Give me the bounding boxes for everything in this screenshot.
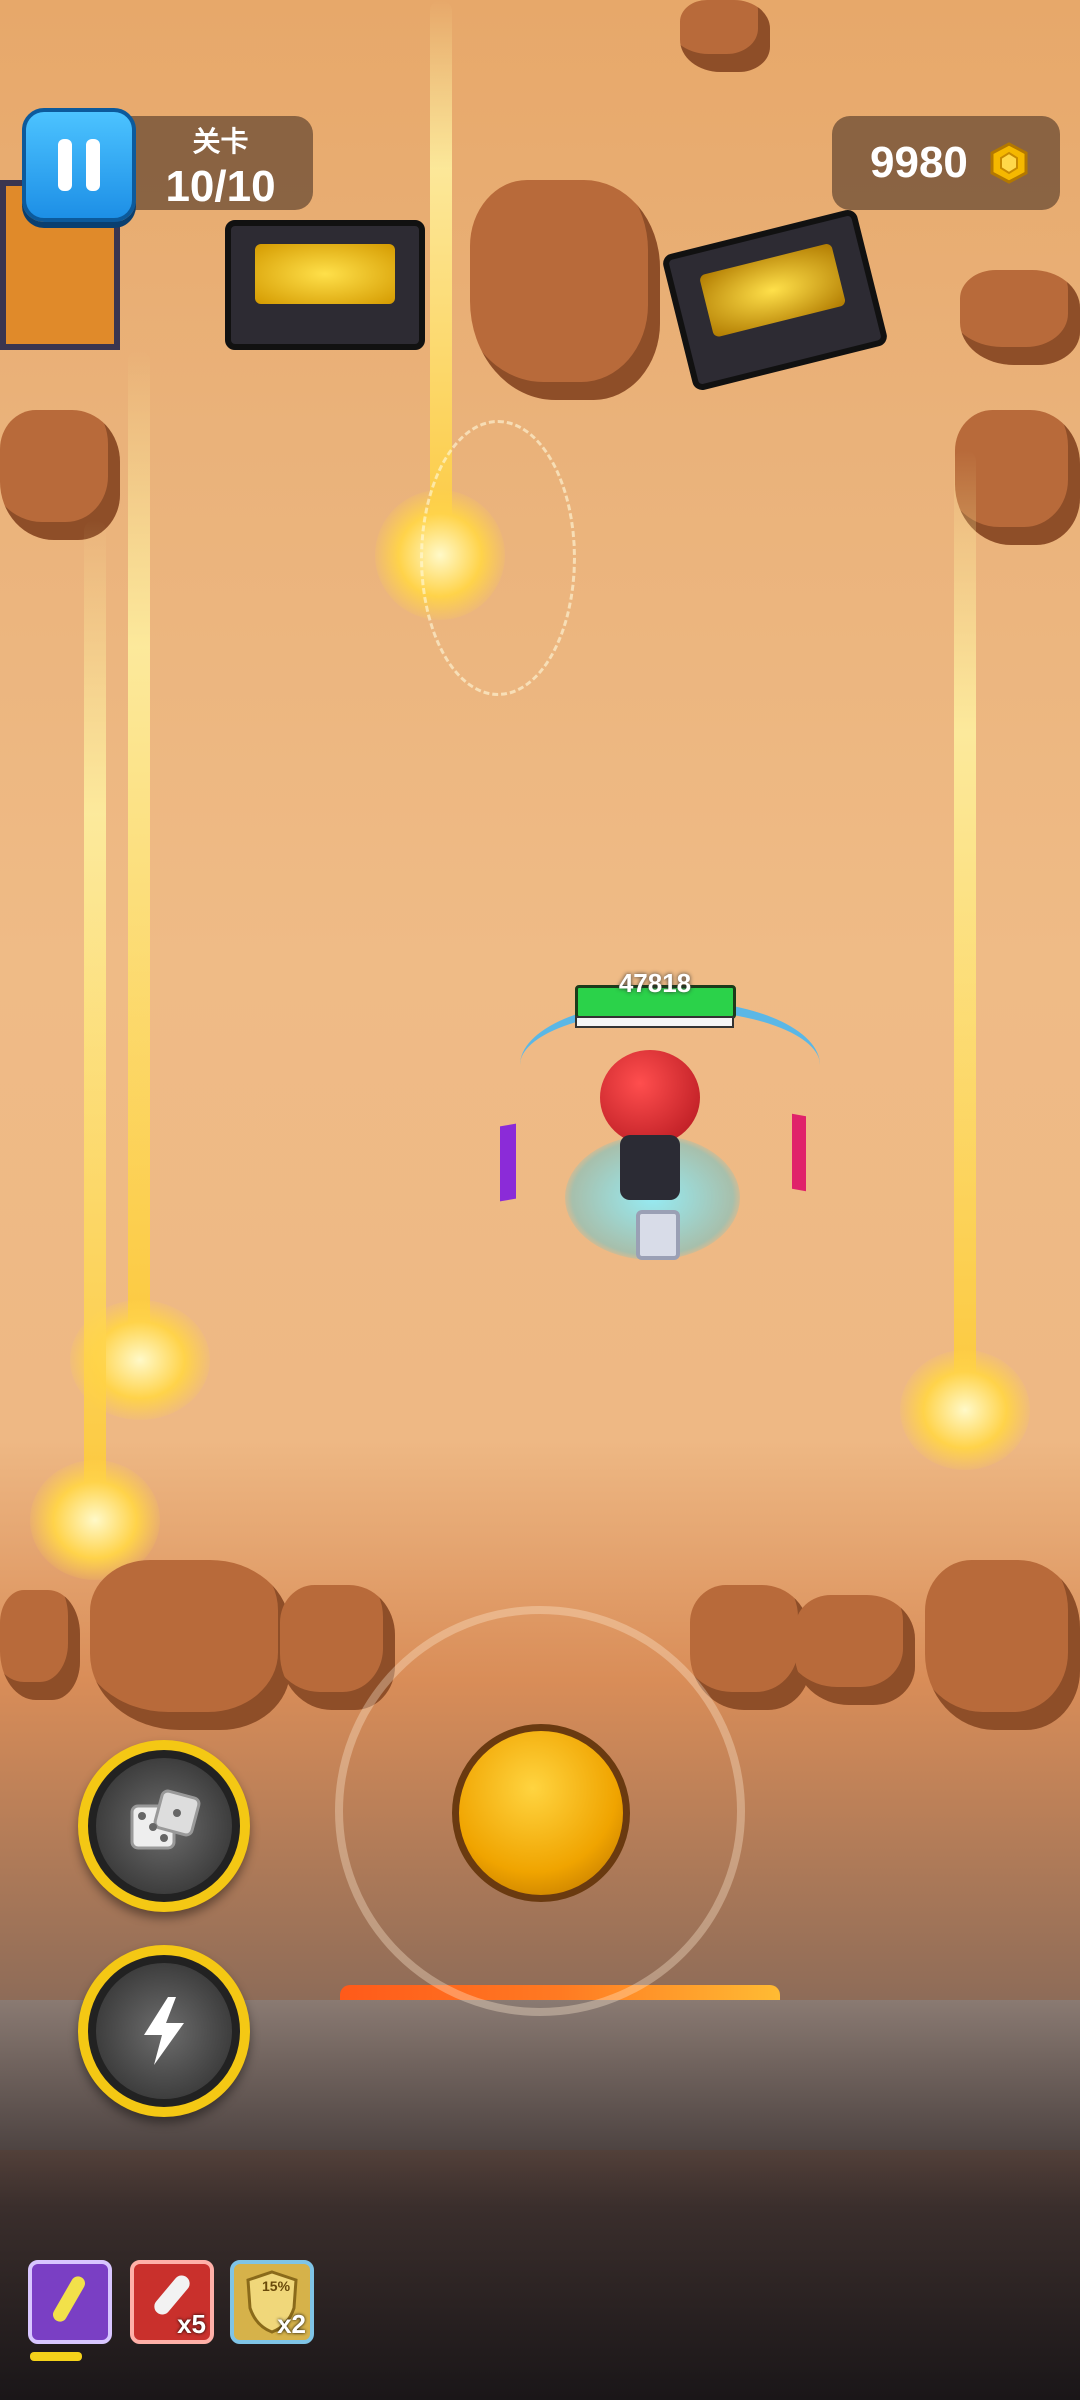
rock — [470, 180, 660, 400]
rock — [680, 0, 770, 72]
player-body — [620, 1135, 680, 1200]
fire-beam — [954, 450, 976, 1390]
rock — [0, 410, 120, 540]
inventory-slot-potion[interactable] — [28, 2260, 112, 2344]
rock — [960, 270, 1080, 365]
player-hp-underbar — [575, 1016, 734, 1028]
rock — [0, 1590, 80, 1700]
joystick-knob[interactable] — [452, 1724, 630, 1902]
dice-skill-button[interactable] — [78, 1740, 250, 1912]
rock — [90, 1560, 290, 1730]
inventory-count: x5 — [177, 2309, 206, 2339]
lightning-skill-inner — [96, 1963, 232, 2099]
pause-icon — [58, 139, 72, 191]
potion-icon — [53, 2276, 85, 2322]
shield-badge: 15% — [262, 2278, 291, 2294]
dice-icon — [130, 1789, 201, 1850]
level-label: 关卡 — [192, 126, 249, 157]
player-hp-value: 47818 — [618, 968, 692, 998]
rock — [690, 1585, 810, 1710]
dice-skill-inner — [96, 1758, 232, 1894]
level-panel: 关卡 10/10 — [128, 116, 313, 211]
lightning-skill-button[interactable] — [78, 1945, 250, 2117]
inventory-slot-rocket[interactable]: x5 — [130, 2260, 214, 2344]
lightning-icon — [144, 1997, 184, 2065]
rock — [795, 1595, 915, 1705]
rock — [925, 1560, 1080, 1730]
card-icon — [636, 1210, 680, 1260]
whirlwind-effect — [420, 420, 576, 696]
coin-panel: 9980 — [832, 116, 1060, 210]
fire-beam — [84, 520, 106, 1500]
ore-cart — [661, 207, 889, 393]
fire-impact — [900, 1350, 1030, 1470]
player-hat — [600, 1050, 700, 1145]
inventory-count: x2 — [277, 2309, 306, 2339]
ore-cart — [225, 220, 425, 350]
purple-crystal — [500, 1123, 516, 1202]
pause-icon-bar — [86, 139, 100, 191]
potion-cooldown-bar — [30, 2352, 82, 2361]
coin-icon — [990, 142, 1028, 184]
coin-count: 9980 — [870, 138, 968, 187]
pause-button[interactable] — [22, 108, 136, 222]
red-crystal — [792, 1113, 806, 1192]
level-value: 10/10 — [165, 162, 276, 211]
fire-beam — [128, 350, 150, 1340]
inventory-slot-shield[interactable]: 15% x2 — [230, 2260, 314, 2344]
